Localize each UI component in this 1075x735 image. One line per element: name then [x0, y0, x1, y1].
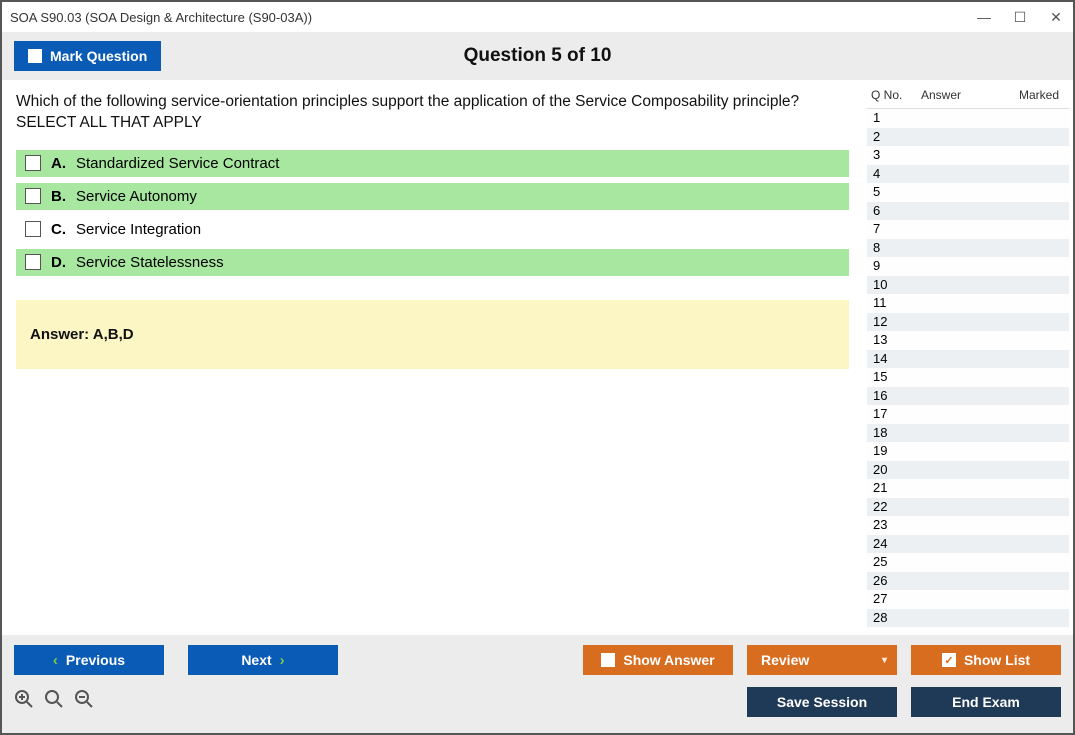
window-title: SOA S90.03 (SOA Design & Architecture (S…	[10, 10, 975, 25]
option-letter: C.	[51, 221, 66, 238]
checkbox-icon	[28, 49, 42, 63]
question-list-panel: Q No. Answer Marked 12345678910111213141…	[863, 80, 1073, 635]
question-list-header: Q No. Answer Marked	[867, 88, 1069, 108]
options-list: A. Standardized Service Contract B. Service…	[16, 150, 849, 276]
list-item[interactable]: 20	[867, 461, 1069, 480]
list-item[interactable]: 14	[867, 350, 1069, 369]
mark-question-label: Mark Question	[50, 48, 147, 64]
list-item[interactable]: 1	[867, 109, 1069, 128]
review-button[interactable]: Review ▾	[747, 645, 897, 675]
col-marked: Marked	[1001, 88, 1065, 102]
toolbar: Mark Question Question 5 of 10	[2, 32, 1073, 80]
checkbox-icon	[601, 653, 615, 667]
list-item[interactable]: 5	[867, 183, 1069, 202]
previous-label: Previous	[66, 652, 125, 668]
minimize-icon[interactable]: —	[975, 9, 993, 26]
list-item[interactable]: 11	[867, 294, 1069, 313]
chevron-down-icon: ▾	[882, 655, 887, 666]
option-text: Standardized Service Contract	[76, 155, 279, 172]
show-list-button[interactable]: ✓ Show List	[911, 645, 1061, 675]
answer-box: Answer: A,B,D	[16, 300, 849, 369]
zoom-controls	[14, 689, 94, 715]
list-item[interactable]: 7	[867, 220, 1069, 239]
zoom-out-icon[interactable]	[74, 689, 94, 715]
list-item[interactable]: 8	[867, 239, 1069, 258]
option-row[interactable]: D. Service Statelessness	[16, 249, 849, 276]
content-area: Which of the following service-orientati…	[2, 80, 1073, 635]
zoom-in-icon[interactable]	[14, 689, 34, 715]
list-item[interactable]: 12	[867, 313, 1069, 332]
option-row[interactable]: C. Service Integration	[16, 216, 849, 243]
col-answer: Answer	[921, 88, 1001, 102]
option-row[interactable]: A. Standardized Service Contract	[16, 150, 849, 177]
list-item[interactable]: 15	[867, 368, 1069, 387]
list-item[interactable]: 26	[867, 572, 1069, 591]
mark-question-button[interactable]: Mark Question	[14, 41, 161, 71]
window-controls: — ☐ ✕	[975, 9, 1065, 26]
list-item[interactable]: 2	[867, 128, 1069, 147]
checkbox-icon[interactable]	[25, 155, 41, 171]
next-label: Next	[241, 652, 271, 668]
list-item[interactable]: 13	[867, 331, 1069, 350]
save-session-button[interactable]: Save Session	[747, 687, 897, 717]
list-item[interactable]: 19	[867, 442, 1069, 461]
maximize-icon[interactable]: ☐	[1011, 9, 1029, 26]
list-item[interactable]: 6	[867, 202, 1069, 221]
list-item[interactable]: 23	[867, 516, 1069, 535]
show-answer-label: Show Answer	[623, 652, 714, 668]
checkbox-icon[interactable]	[25, 221, 41, 237]
checkbox-checked-icon: ✓	[942, 653, 956, 667]
save-session-label: Save Session	[777, 694, 867, 710]
footer-bar: ‹ Previous Next › Show Answer Review ▾ ✓…	[2, 635, 1073, 733]
review-label: Review	[761, 652, 809, 668]
list-item[interactable]: 17	[867, 405, 1069, 424]
option-letter: A.	[51, 155, 66, 172]
col-qno: Q No.	[871, 88, 921, 102]
list-item[interactable]: 25	[867, 553, 1069, 572]
list-item[interactable]: 29	[867, 627, 1069, 631]
question-text: Which of the following service-orientati…	[16, 92, 849, 134]
question-list[interactable]: 1234567891011121314151617181920212223242…	[867, 108, 1069, 631]
chevron-right-icon: ›	[280, 652, 285, 669]
close-icon[interactable]: ✕	[1047, 9, 1065, 26]
footer-row-2: Save Session End Exam	[14, 687, 1061, 717]
previous-button[interactable]: ‹ Previous	[14, 645, 164, 675]
show-answer-button[interactable]: Show Answer	[583, 645, 733, 675]
list-item[interactable]: 27	[867, 590, 1069, 609]
question-counter: Question 5 of 10	[2, 45, 1073, 67]
checkbox-icon[interactable]	[25, 254, 41, 270]
chevron-left-icon: ‹	[53, 652, 58, 669]
zoom-reset-icon[interactable]	[44, 689, 64, 715]
list-item[interactable]: 18	[867, 424, 1069, 443]
option-text: Service Autonomy	[76, 188, 197, 205]
show-list-label: Show List	[964, 652, 1030, 668]
option-letter: D.	[51, 254, 66, 271]
checkbox-icon[interactable]	[25, 188, 41, 204]
option-letter: B.	[51, 188, 66, 205]
list-item[interactable]: 3	[867, 146, 1069, 165]
footer-row-1: ‹ Previous Next › Show Answer Review ▾ ✓…	[14, 645, 1061, 675]
title-bar: SOA S90.03 (SOA Design & Architecture (S…	[2, 2, 1073, 32]
list-item[interactable]: 4	[867, 165, 1069, 184]
list-item[interactable]: 10	[867, 276, 1069, 295]
list-item[interactable]: 9	[867, 257, 1069, 276]
option-text: Service Integration	[76, 221, 201, 238]
end-exam-button[interactable]: End Exam	[911, 687, 1061, 717]
option-text: Service Statelessness	[76, 254, 224, 271]
option-row[interactable]: B. Service Autonomy	[16, 183, 849, 210]
list-item[interactable]: 24	[867, 535, 1069, 554]
list-item[interactable]: 22	[867, 498, 1069, 517]
question-panel: Which of the following service-orientati…	[2, 80, 863, 635]
end-exam-label: End Exam	[952, 694, 1020, 710]
list-item[interactable]: 28	[867, 609, 1069, 628]
next-button[interactable]: Next ›	[188, 645, 338, 675]
list-item[interactable]: 16	[867, 387, 1069, 406]
list-item[interactable]: 21	[867, 479, 1069, 498]
answer-label: Answer: A,B,D	[30, 326, 134, 343]
